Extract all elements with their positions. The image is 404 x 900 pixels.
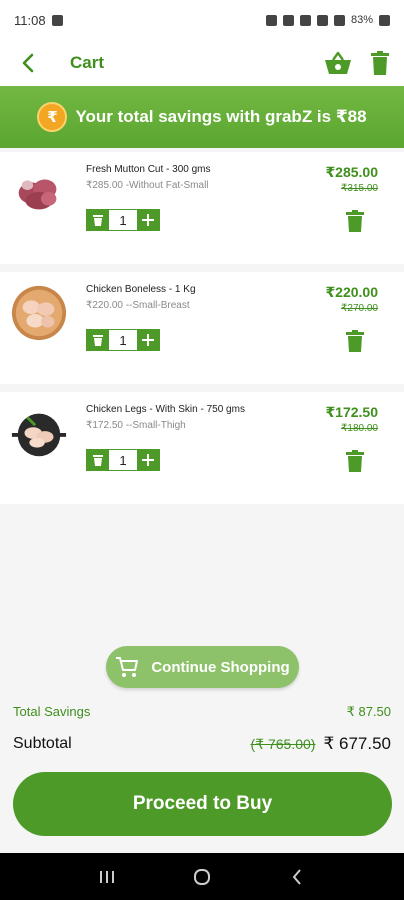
- quantity-value: 1: [109, 450, 137, 470]
- battery-icon: [379, 14, 390, 26]
- delete-item-icon[interactable]: [346, 450, 364, 472]
- decrease-remove-button[interactable]: [87, 330, 109, 350]
- battery-percent: 83%: [350, 14, 373, 26]
- delete-item-icon[interactable]: [346, 330, 364, 352]
- mute-icon: [282, 14, 294, 26]
- cart-item: Chicken Legs - With Skin - 750 gms ₹172.…: [0, 392, 404, 504]
- chicken-legs-image: [11, 405, 67, 461]
- trash-icon: [93, 335, 103, 346]
- item-price: ₹285.00: [325, 164, 378, 180]
- subtotal-amount: ₹ 677.50: [323, 734, 391, 753]
- recents-button[interactable]: [95, 865, 119, 889]
- trash-icon: [93, 455, 103, 466]
- system-nav-bar: [0, 853, 404, 900]
- plus-icon: [142, 214, 154, 226]
- recents-icon: [100, 870, 115, 883]
- mutton-image: [11, 165, 67, 221]
- item-name: Fresh Mutton Cut - 300 gms: [86, 164, 211, 175]
- app-header: Cart: [0, 40, 404, 86]
- signal-2-icon: [333, 14, 345, 26]
- increase-button[interactable]: [137, 330, 159, 350]
- home-button[interactable]: [190, 865, 214, 889]
- cart-item: Chicken Boneless - 1 Kg ₹220.00 --Small-…: [0, 272, 404, 384]
- item-price: ₹172.50: [325, 404, 378, 420]
- proceed-to-buy-button[interactable]: Proceed to Buy: [13, 772, 392, 836]
- home-icon: [193, 868, 210, 885]
- back-arrow-icon: [22, 53, 34, 73]
- subtotal-label: Subtotal: [13, 735, 72, 752]
- continue-shopping-label: Continue Shopping: [151, 658, 290, 676]
- increase-button[interactable]: [137, 210, 159, 230]
- basket-icon[interactable]: [324, 51, 352, 75]
- delete-all-icon[interactable]: [370, 51, 390, 75]
- back-nav-button[interactable]: [285, 865, 309, 889]
- total-savings-row: Total Savings ₹ 87.50: [13, 704, 391, 720]
- item-variant: ₹172.50 --Small-Thigh: [86, 420, 186, 431]
- item-mrp: ₹270.00: [341, 303, 378, 314]
- item-name: Chicken Legs - With Skin - 750 gms: [86, 404, 245, 415]
- continue-shopping-button[interactable]: Continue Shopping: [106, 646, 299, 688]
- chicken-boneless-image: [11, 285, 67, 341]
- item-name: Chicken Boneless - 1 Kg: [86, 284, 196, 295]
- wifi-icon: [299, 14, 311, 26]
- total-savings-value: ₹ 87.50: [346, 704, 391, 719]
- subtotal-row: Subtotal (₹ 765.00) ₹ 677.50: [13, 734, 391, 754]
- item-mrp: ₹315.00: [341, 183, 378, 194]
- alarm-icon: [265, 14, 277, 26]
- trash-icon: [93, 215, 103, 226]
- gallery-notification-icon: [51, 14, 63, 26]
- status-time: 11:08: [14, 12, 46, 28]
- savings-text: Your total savings with grabZ is ₹88: [75, 107, 367, 126]
- status-bar: 11:08 83%: [0, 0, 404, 40]
- header-actions: [324, 51, 390, 75]
- subtotal-mrp: (₹ 765.00): [250, 735, 316, 752]
- quantity-stepper: 1: [86, 209, 160, 231]
- quantity-stepper: 1: [86, 449, 160, 471]
- coin-symbol: ₹: [47, 109, 58, 126]
- subtotal-values: (₹ 765.00) ₹ 677.50: [251, 734, 392, 754]
- cart-item: Fresh Mutton Cut - 300 gms ₹285.00 -With…: [0, 152, 404, 264]
- increase-button[interactable]: [137, 450, 159, 470]
- item-variant: ₹285.00 -Without Fat-Small: [86, 180, 209, 191]
- signal-icon: [316, 14, 328, 26]
- item-variant: ₹220.00 --Small-Breast: [86, 300, 190, 311]
- shopping-cart-icon: [116, 657, 139, 677]
- total-savings-label: Total Savings: [13, 704, 91, 719]
- rupee-coin-icon: ₹: [37, 102, 68, 132]
- quantity-value: 1: [109, 210, 137, 230]
- item-price: ₹220.00: [325, 284, 378, 300]
- plus-icon: [142, 454, 154, 466]
- delete-item-icon[interactable]: [346, 210, 364, 232]
- quantity-value: 1: [109, 330, 137, 350]
- status-right: 83%: [265, 14, 390, 26]
- plus-icon: [142, 334, 154, 346]
- back-button[interactable]: [14, 49, 42, 77]
- status-left: 11:08: [14, 13, 63, 28]
- proceed-label: Proceed to Buy: [132, 793, 273, 814]
- page-title: Cart: [70, 53, 105, 72]
- decrease-remove-button[interactable]: [87, 450, 109, 470]
- decrease-remove-button[interactable]: [87, 210, 109, 230]
- item-mrp: ₹180.00: [341, 423, 378, 434]
- back-nav-icon: [292, 868, 301, 885]
- savings-banner: ₹ Your total savings with grabZ is ₹88: [0, 86, 404, 148]
- quantity-stepper: 1: [86, 329, 160, 351]
